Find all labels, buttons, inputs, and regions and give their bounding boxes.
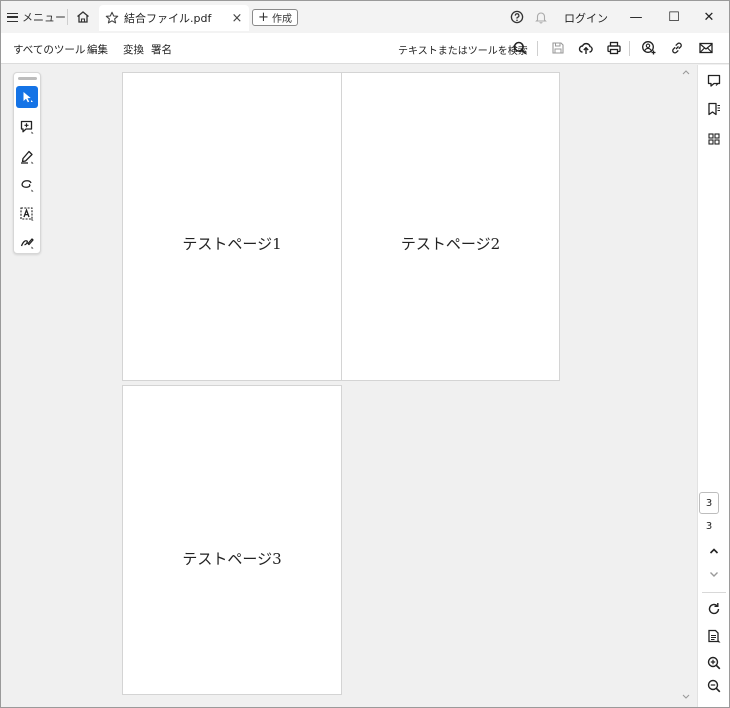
menu-label: メニュー <box>22 11 66 24</box>
close-button[interactable]: ✕ <box>694 5 724 29</box>
page-text: テストページ2 <box>400 235 501 253</box>
search-label[interactable]: テキストまたはツールを検索 <box>398 42 528 57</box>
current-page-input[interactable]: 3 <box>699 492 719 514</box>
cursor-icon <box>20 90 34 104</box>
zoom-in-icon[interactable] <box>706 655 722 671</box>
create-button[interactable]: + 作成 <box>252 9 298 26</box>
divider <box>537 41 538 56</box>
tab-close-button[interactable]: × <box>227 11 247 26</box>
draw-freeform-tool-button[interactable] <box>16 174 38 196</box>
add-comment-tool-button[interactable] <box>16 116 38 138</box>
lasso-draw-icon <box>19 177 35 193</box>
plus-icon: + <box>258 10 269 25</box>
highlighter-icon <box>19 149 35 165</box>
bookmarks-icon[interactable] <box>706 101 722 117</box>
divider <box>629 41 630 56</box>
menu-sign[interactable]: 署名 <box>151 42 172 57</box>
page-2[interactable]: テストページ2 <box>341 72 560 381</box>
title-bar: メニュー 結合ファイル.pdf × + 作成 ログイン — ☐ ✕ <box>1 1 729 33</box>
login-button[interactable]: ログイン <box>564 10 608 26</box>
tab-title: 結合ファイル.pdf <box>124 12 212 25</box>
home-icon[interactable] <box>75 9 91 25</box>
next-page-chevron-down-icon[interactable] <box>706 566 722 582</box>
page-1[interactable]: テストページ1 <box>122 72 342 381</box>
menu-button[interactable]: メニュー <box>7 8 66 26</box>
bell-icon[interactable] <box>534 10 548 24</box>
print-icon[interactable] <box>606 40 622 56</box>
thumbnails-grid-icon[interactable] <box>706 131 722 147</box>
rotate-refresh-icon[interactable] <box>706 601 722 617</box>
menu-convert[interactable]: 変換 <box>123 42 144 57</box>
cloud-upload-icon[interactable] <box>578 40 594 56</box>
scroll-down-arrow-icon <box>682 694 690 699</box>
email-icon[interactable] <box>698 40 714 56</box>
fill-sign-tool-button[interactable] <box>16 231 38 253</box>
signature-pen-icon <box>19 234 35 250</box>
select-text-tool-button[interactable] <box>16 203 38 225</box>
star-icon[interactable] <box>105 11 119 25</box>
text-select-icon <box>19 206 35 222</box>
toolbar: すべてのツール 編集 変換 署名 テキストまたはツールを検索 <box>1 33 729 64</box>
search-icon[interactable] <box>512 40 528 56</box>
save-icon[interactable] <box>550 40 566 56</box>
comment-add-icon <box>19 119 35 135</box>
menu-all-tools[interactable]: すべてのツール <box>13 42 85 57</box>
total-pages-label: 3 <box>705 521 713 532</box>
help-icon[interactable] <box>510 10 524 24</box>
page-display-icon[interactable] <box>706 628 722 644</box>
zoom-out-icon[interactable] <box>706 678 722 694</box>
link-icon[interactable] <box>669 40 685 56</box>
scroll-up-arrow-icon <box>682 70 690 75</box>
page-text: テストページ3 <box>182 550 282 568</box>
document-canvas[interactable]: テストページ1 テストページ2 テストページ3 <box>1 65 697 707</box>
hamburger-icon <box>7 12 18 22</box>
maximize-button[interactable]: ☐ <box>659 5 689 29</box>
quick-tools-palette <box>13 72 41 254</box>
palette-grip-handle[interactable] <box>18 77 37 80</box>
app-window: メニュー 結合ファイル.pdf × + 作成 ログイン — ☐ ✕ すべてのツー… <box>0 0 730 708</box>
vertical-scrollbar[interactable] <box>679 65 693 707</box>
previous-page-chevron-up-icon[interactable] <box>706 543 722 559</box>
right-side-panel <box>697 65 729 707</box>
page-3[interactable]: テストページ3 <box>122 385 342 695</box>
divider <box>702 592 726 593</box>
comments-panel-icon[interactable] <box>706 73 722 89</box>
minimize-button[interactable]: — <box>621 5 651 29</box>
create-label: 作成 <box>271 14 292 25</box>
divider <box>67 9 68 25</box>
share-user-icon[interactable] <box>641 40 657 56</box>
menu-edit[interactable]: 編集 <box>87 42 108 57</box>
select-tool-button[interactable] <box>16 86 38 108</box>
document-tab[interactable]: 結合ファイル.pdf × <box>99 5 249 31</box>
highlight-tool-button[interactable] <box>16 146 38 168</box>
page-text: テストページ1 <box>182 235 282 253</box>
